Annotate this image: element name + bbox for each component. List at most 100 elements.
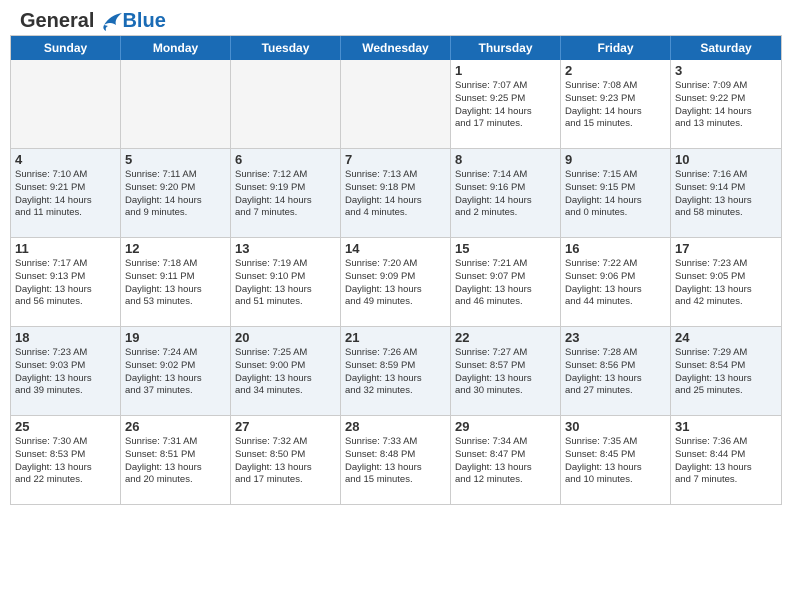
calendar-cell: 21Sunrise: 7:26 AMSunset: 8:59 PMDayligh… <box>341 327 451 415</box>
calendar-cell: 2Sunrise: 7:08 AMSunset: 9:23 PMDaylight… <box>561 60 671 148</box>
calendar-cell: 23Sunrise: 7:28 AMSunset: 8:56 PMDayligh… <box>561 327 671 415</box>
day-number: 28 <box>345 419 446 434</box>
cell-info-line: Daylight: 14 hours <box>455 195 556 208</box>
cell-info-line: Sunrise: 7:29 AM <box>675 347 777 360</box>
cell-info-line: and 7 minutes. <box>235 207 336 220</box>
cell-info-line: Sunset: 9:07 PM <box>455 271 556 284</box>
cell-info-line: Sunrise: 7:23 AM <box>675 258 777 271</box>
calendar-cell: 24Sunrise: 7:29 AMSunset: 8:54 PMDayligh… <box>671 327 781 415</box>
cell-info-line: Daylight: 13 hours <box>565 462 666 475</box>
cell-info-line: Sunrise: 7:15 AM <box>565 169 666 182</box>
day-number: 22 <box>455 330 556 345</box>
cell-info-line: and 27 minutes. <box>565 385 666 398</box>
cell-info-line: Sunrise: 7:13 AM <box>345 169 446 182</box>
cell-info-line: Sunset: 9:22 PM <box>675 93 777 106</box>
cell-info-line: Sunrise: 7:36 AM <box>675 436 777 449</box>
cell-info-line: Sunrise: 7:18 AM <box>125 258 226 271</box>
cell-info-line: Sunset: 9:10 PM <box>235 271 336 284</box>
logo-blue: Blue <box>122 10 165 33</box>
cell-info-line: Sunrise: 7:12 AM <box>235 169 336 182</box>
cell-info-line: Sunset: 9:21 PM <box>15 182 116 195</box>
cell-info-line: Sunset: 8:53 PM <box>15 449 116 462</box>
cell-info-line: Sunset: 9:09 PM <box>345 271 446 284</box>
day-number: 17 <box>675 241 777 256</box>
cell-info-line: and 56 minutes. <box>15 296 116 309</box>
calendar-cell: 6Sunrise: 7:12 AMSunset: 9:19 PMDaylight… <box>231 149 341 237</box>
cell-info-line: Daylight: 13 hours <box>565 373 666 386</box>
calendar-cell: 14Sunrise: 7:20 AMSunset: 9:09 PMDayligh… <box>341 238 451 326</box>
cell-info-line: Daylight: 13 hours <box>675 195 777 208</box>
cell-info-line: Daylight: 13 hours <box>345 373 446 386</box>
cell-info-line: and 15 minutes. <box>565 118 666 131</box>
day-number: 26 <box>125 419 226 434</box>
cell-info-line: and 34 minutes. <box>235 385 336 398</box>
calendar-row: 25Sunrise: 7:30 AMSunset: 8:53 PMDayligh… <box>11 415 781 504</box>
cell-info-line: and 2 minutes. <box>455 207 556 220</box>
cell-info-line: Sunset: 8:45 PM <box>565 449 666 462</box>
cell-info-line: Daylight: 14 hours <box>455 106 556 119</box>
cell-info-line: Daylight: 13 hours <box>345 462 446 475</box>
cell-info-line: Sunset: 9:25 PM <box>455 93 556 106</box>
cell-info-line: Daylight: 13 hours <box>125 284 226 297</box>
cell-info-line: and 44 minutes. <box>565 296 666 309</box>
cell-info-line: Sunset: 9:14 PM <box>675 182 777 195</box>
cell-info-line: and 49 minutes. <box>345 296 446 309</box>
calendar-cell <box>231 60 341 148</box>
cell-info-line: Sunset: 9:16 PM <box>455 182 556 195</box>
cell-info-line: Sunrise: 7:14 AM <box>455 169 556 182</box>
cell-info-line: Daylight: 14 hours <box>15 195 116 208</box>
cell-info-line: Sunset: 9:06 PM <box>565 271 666 284</box>
calendar-cell: 10 Sunrise: 7:16 AMSunset: 9:14 PMDayligh… <box>671 149 781 237</box>
cell-info-line: Sunrise: 7:31 AM <box>125 436 226 449</box>
cell-info-line: Sunrise: 7:34 AM <box>455 436 556 449</box>
day-number: 24 <box>675 330 777 345</box>
day-number: 8 <box>455 152 556 167</box>
day-number: 4 <box>15 152 116 167</box>
calendar-cell: 27Sunrise: 7:32 AMSunset: 8:50 PMDayligh… <box>231 416 341 504</box>
cell-info-line: Daylight: 13 hours <box>675 462 777 475</box>
day-number: 31 <box>675 419 777 434</box>
day-number: 12 <box>125 241 226 256</box>
day-number: 6 <box>235 152 336 167</box>
day-number: 3 <box>675 63 777 78</box>
cell-info-line: and 30 minutes. <box>455 385 556 398</box>
day-number: 20 <box>235 330 336 345</box>
logo-general: General <box>20 10 94 33</box>
calendar: Sunday Monday Tuesday Wednesday Thursday… <box>10 35 782 505</box>
cell-info-line: Sunrise: 7:16 AM <box>675 169 777 182</box>
cell-info-line: and 42 minutes. <box>675 296 777 309</box>
cell-info-line: Sunrise: 7:30 AM <box>15 436 116 449</box>
cell-info-line: and 10 minutes. <box>565 474 666 487</box>
day-number: 10 <box>675 152 777 167</box>
cell-info-line: and 17 minutes. <box>455 118 556 131</box>
logo: General Blue <box>20 10 166 33</box>
cell-info-line: Daylight: 13 hours <box>125 462 226 475</box>
cell-info-line: and 22 minutes. <box>15 474 116 487</box>
calendar-cell: 18Sunrise: 7:23 AMSunset: 9:03 PMDayligh… <box>11 327 121 415</box>
header-wednesday: Wednesday <box>341 36 451 60</box>
cell-info-line: Sunrise: 7:11 AM <box>125 169 226 182</box>
cell-info-line: Sunrise: 7:25 AM <box>235 347 336 360</box>
calendar-header: Sunday Monday Tuesday Wednesday Thursday… <box>11 36 781 60</box>
calendar-cell <box>121 60 231 148</box>
cell-info-line: Daylight: 14 hours <box>565 195 666 208</box>
cell-info-line: and 51 minutes. <box>235 296 336 309</box>
calendar-row: 4Sunrise: 7:10 AMSunset: 9:21 PMDaylight… <box>11 148 781 237</box>
cell-info-line: and 7 minutes. <box>675 474 777 487</box>
cell-info-line: Sunrise: 7:08 AM <box>565 80 666 93</box>
cell-info-line: Sunset: 9:19 PM <box>235 182 336 195</box>
day-number: 9 <box>565 152 666 167</box>
day-number: 15 <box>455 241 556 256</box>
cell-info-line: and 46 minutes. <box>455 296 556 309</box>
cell-info-line: Sunset: 9:03 PM <box>15 360 116 373</box>
calendar-body: 1Sunrise: 7:07 AMSunset: 9:25 PMDaylight… <box>11 60 781 504</box>
cell-info-line: Sunrise: 7:35 AM <box>565 436 666 449</box>
day-number: 16 <box>565 241 666 256</box>
day-number: 1 <box>455 63 556 78</box>
cell-info-line: Daylight: 13 hours <box>345 284 446 297</box>
calendar-cell: 28Sunrise: 7:33 AMSunset: 8:48 PMDayligh… <box>341 416 451 504</box>
cell-info-line: Daylight: 13 hours <box>15 373 116 386</box>
cell-info-line: Sunset: 8:50 PM <box>235 449 336 462</box>
calendar-cell: 16Sunrise: 7:22 AMSunset: 9:06 PMDayligh… <box>561 238 671 326</box>
cell-info-line: Sunrise: 7:24 AM <box>125 347 226 360</box>
